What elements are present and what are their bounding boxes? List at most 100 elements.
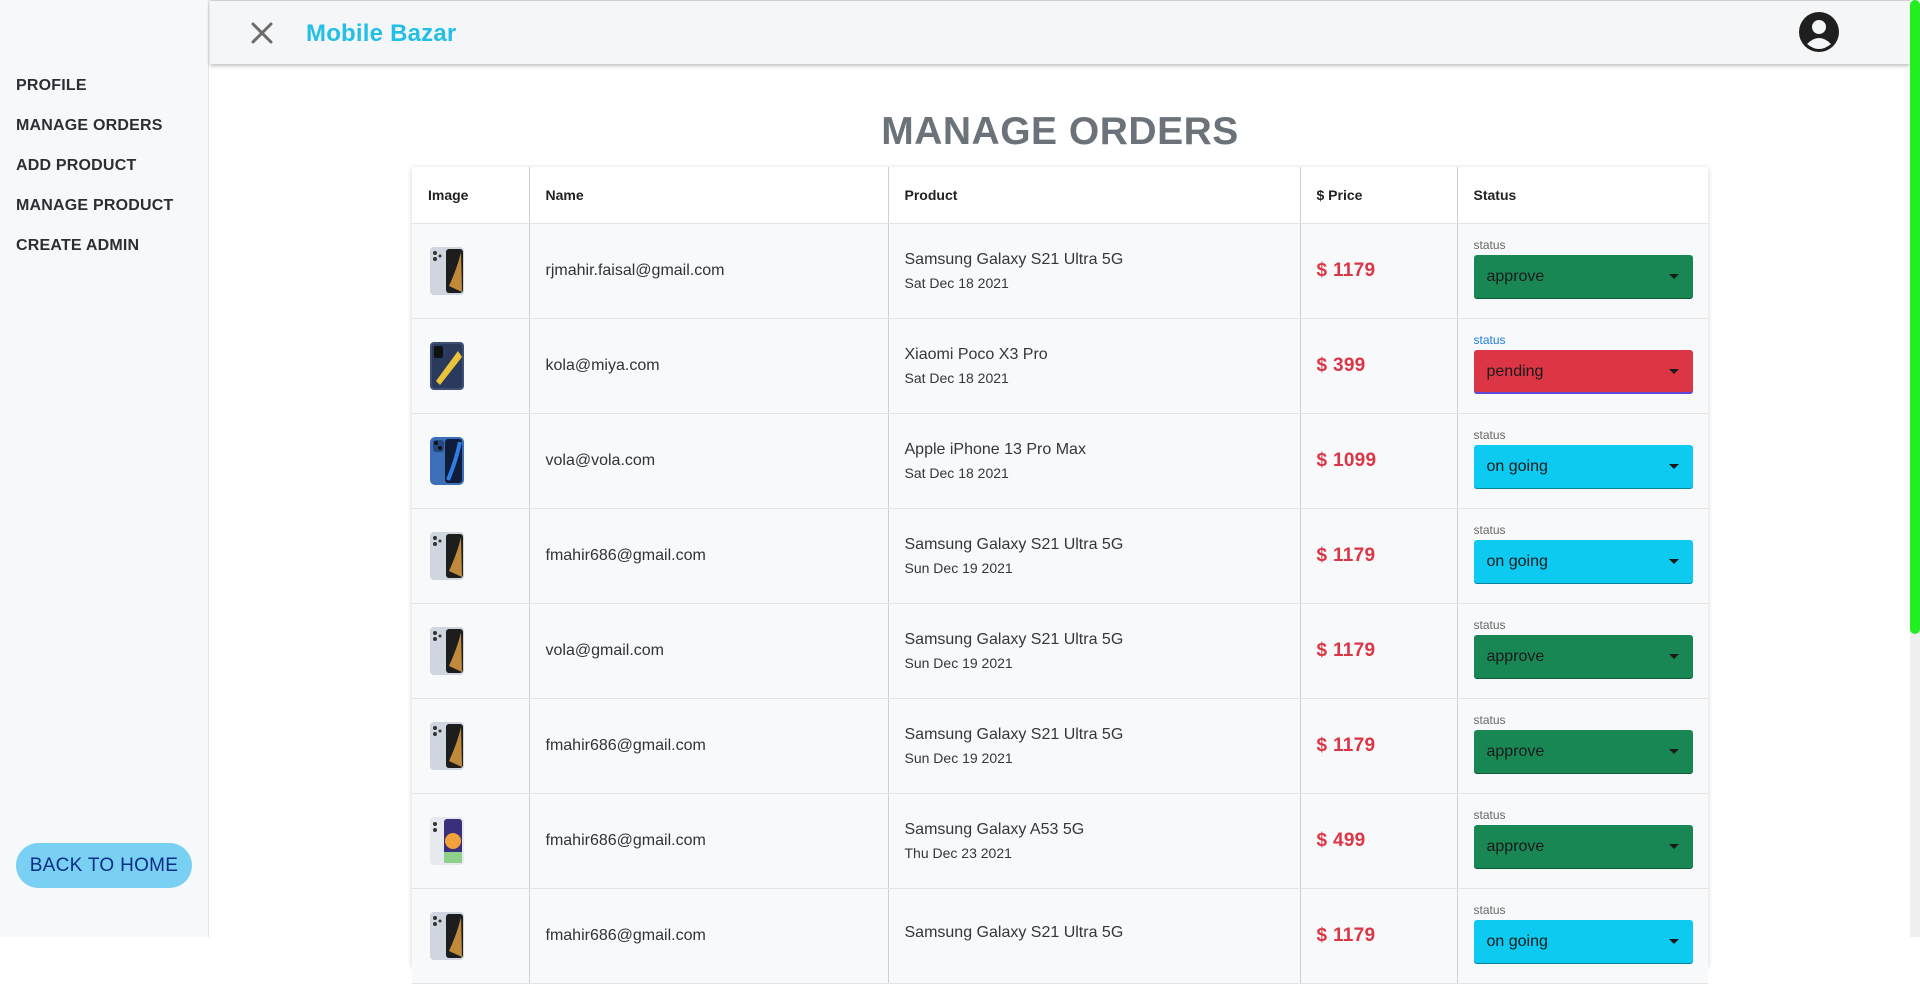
column-header-product: Product	[888, 167, 1301, 224]
order-date: Sat Dec 18 2021	[904, 275, 1009, 291]
order-status-cell: status on going	[1457, 888, 1708, 984]
order-product-cell: Samsung Galaxy S21 Ultra 5G Sun Dec 19 20…	[888, 508, 1301, 604]
product-thumbnail	[430, 817, 464, 865]
product-thumbnail	[430, 722, 464, 770]
order-status-cell: status approve	[1457, 793, 1708, 889]
product-name: Apple iPhone 13 Pro Max	[904, 441, 1086, 458]
order-image-cell	[412, 413, 530, 509]
order-date: Sun Dec 19 2021	[904, 750, 1013, 766]
back-to-home-button[interactable]: BACK TO HOME	[16, 843, 192, 888]
chevron-down-icon	[1668, 939, 1679, 944]
product-thumbnail	[430, 532, 464, 580]
status-select-label: status	[1473, 807, 1506, 822]
column-header-price: $ Price	[1300, 167, 1458, 224]
order-price: $ 1179	[1316, 640, 1376, 661]
order-image-cell	[412, 793, 530, 889]
account-icon[interactable]	[1798, 11, 1840, 53]
product-name: Samsung Galaxy S21 Ultra 5G	[904, 726, 1124, 743]
order-price: $ 1179	[1316, 260, 1376, 281]
sidebar-item-profile[interactable]: PROFILE	[16, 74, 173, 114]
column-header-image: Image	[412, 167, 530, 224]
order-image-cell	[412, 698, 530, 794]
order-price-cell: $ 1179	[1300, 223, 1458, 319]
product-thumbnail	[430, 342, 464, 390]
column-header-name: Name	[529, 167, 889, 224]
order-email: fmahir686@gmail.com	[529, 888, 889, 984]
status-select[interactable]: approve	[1473, 729, 1693, 774]
status-select[interactable]: pending	[1473, 349, 1693, 394]
table-row: rjmahir.faisal@gmail.com Samsung Galaxy S…	[412, 223, 1708, 319]
status-value: approve	[1486, 837, 1545, 855]
order-date: Sun Dec 19 2021	[904, 655, 1013, 671]
order-price-cell: $ 1179	[1300, 888, 1458, 984]
order-product-cell: Xiaomi Poco X3 Pro Sat Dec 18 2021	[888, 318, 1301, 414]
order-status-cell: status approve	[1457, 223, 1708, 319]
chevron-down-icon	[1668, 654, 1679, 659]
scrollbar-track[interactable]	[1910, 0, 1920, 937]
order-price-cell: $ 1179	[1300, 603, 1458, 699]
status-value: approve	[1486, 267, 1545, 285]
orders-table-card: Image Name Product $ Price Status rjmahi…	[412, 167, 1708, 984]
order-price: $ 499	[1316, 830, 1366, 851]
sidebar-item-manage-product[interactable]: MANAGE PRODUCT	[16, 194, 173, 234]
order-product-cell: Samsung Galaxy A53 5G Thu Dec 23 2021	[888, 793, 1301, 889]
app-title: Mobile Bazar	[306, 20, 457, 47]
status-value: approve	[1486, 647, 1545, 665]
product-thumbnail	[430, 247, 464, 295]
order-email: vola@gmail.com	[529, 603, 889, 699]
close-icon[interactable]	[248, 19, 276, 47]
order-status-cell: status approve	[1457, 603, 1708, 699]
chevron-down-icon	[1668, 844, 1679, 849]
table-row: fmahir686@gmail.com Samsung Galaxy S21 Ul…	[412, 508, 1708, 604]
order-price: $ 1179	[1316, 925, 1376, 946]
product-name: Samsung Galaxy A53 5G	[904, 821, 1085, 838]
status-select-label: status	[1473, 237, 1506, 252]
chevron-down-icon	[1668, 464, 1679, 469]
page-title: MANAGE ORDERS	[881, 110, 1239, 153]
order-email: rjmahir.faisal@gmail.com	[529, 223, 889, 319]
status-value: on going	[1486, 552, 1548, 570]
order-image-cell	[412, 888, 530, 984]
order-image-cell	[412, 223, 530, 319]
order-email: vola@vola.com	[529, 413, 889, 509]
status-select[interactable]: on going	[1473, 539, 1693, 584]
order-product-cell: Samsung Galaxy S21 Ultra 5G Sun Dec 19 20…	[888, 603, 1301, 699]
scrollbar-thumb[interactable]	[1910, 0, 1920, 634]
sidebar-item-add-product[interactable]: ADD PRODUCT	[16, 154, 173, 194]
order-status-cell: status approve	[1457, 698, 1708, 794]
status-select-label: status	[1473, 712, 1506, 727]
status-value: on going	[1486, 457, 1548, 475]
sidebar-item-create-admin[interactable]: CREATE ADMIN	[16, 234, 173, 274]
order-price: $ 1179	[1316, 545, 1376, 566]
status-select[interactable]: on going	[1473, 919, 1693, 964]
status-select[interactable]: approve	[1473, 634, 1693, 679]
product-name: Xiaomi Poco X3 Pro	[904, 346, 1048, 363]
status-select[interactable]: approve	[1473, 254, 1693, 299]
chevron-down-icon	[1668, 749, 1679, 754]
status-select-label: status	[1473, 427, 1506, 442]
sidebar-item-manage-orders[interactable]: MANAGE ORDERS	[16, 114, 173, 154]
order-date: Thu Dec 23 2021	[904, 845, 1012, 861]
order-product-cell: Samsung Galaxy S21 Ultra 5G	[888, 888, 1301, 984]
column-header-status: Status	[1457, 167, 1708, 224]
status-select[interactable]: approve	[1473, 824, 1693, 869]
status-value: approve	[1486, 742, 1545, 760]
order-price-cell: $ 399	[1300, 318, 1458, 414]
table-row: fmahir686@gmail.com Samsung Galaxy A53 5G…	[412, 793, 1708, 889]
status-select-label: status	[1473, 522, 1506, 537]
order-date: Sat Dec 18 2021	[904, 465, 1009, 481]
order-date: Sat Dec 18 2021	[904, 370, 1009, 386]
status-select[interactable]: on going	[1473, 444, 1693, 489]
order-price: $ 399	[1316, 355, 1366, 376]
order-email: fmahir686@gmail.com	[529, 508, 889, 604]
chevron-down-icon	[1668, 274, 1679, 279]
product-name: Samsung Galaxy S21 Ultra 5G	[904, 251, 1124, 268]
status-select-label: status	[1473, 617, 1506, 632]
order-email: fmahir686@gmail.com	[529, 793, 889, 889]
order-email: fmahir686@gmail.com	[529, 698, 889, 794]
product-thumbnail	[430, 627, 464, 675]
order-price: $ 1179	[1316, 735, 1376, 756]
order-price-cell: $ 1179	[1300, 698, 1458, 794]
sidebar: PROFILE MANAGE ORDERS ADD PRODUCT MANAGE…	[0, 0, 209, 937]
order-product-cell: Samsung Galaxy S21 Ultra 5G Sat Dec 18 20…	[888, 223, 1301, 319]
